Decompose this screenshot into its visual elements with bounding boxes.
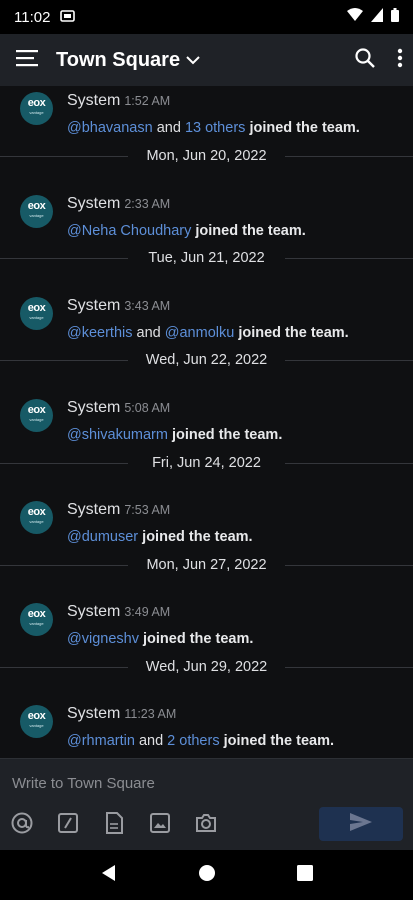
more-vertical-icon[interactable] bbox=[397, 48, 403, 73]
post-message: @Neha Choudhary joined the team. bbox=[67, 223, 306, 239]
channel-header: Town Square bbox=[0, 34, 413, 86]
post-time: 5:08 AM bbox=[124, 401, 171, 415]
slash-icon[interactable] bbox=[56, 811, 80, 835]
post-item: eox vantage System 1:52 AM @bhavanasn and … bbox=[0, 92, 413, 154]
file-icon[interactable] bbox=[102, 811, 126, 835]
avatar[interactable]: eox vantage bbox=[20, 603, 53, 636]
chevron-down-icon[interactable] bbox=[186, 55, 200, 65]
post-author[interactable]: System bbox=[67, 195, 120, 212]
user-mention[interactable]: @bhavanasn bbox=[67, 120, 153, 136]
user-mention[interactable]: @rhmartin bbox=[67, 733, 135, 749]
at-icon[interactable] bbox=[10, 811, 34, 835]
channel-title[interactable]: Town Square bbox=[56, 49, 180, 72]
user-mention[interactable]: @vigneshv bbox=[67, 631, 139, 647]
post-time: 3:49 AM bbox=[124, 605, 171, 619]
post-time: 3:43 AM bbox=[124, 299, 171, 313]
date-separator: Tue, Jun 21, 2022 bbox=[0, 248, 413, 268]
post-time: 1:52 AM bbox=[124, 94, 171, 108]
post-item: eox vantage System 11:23 AM @rhmartin and … bbox=[0, 705, 413, 758]
avatar[interactable]: eox vantage bbox=[20, 297, 53, 330]
date-separator: Wed, Jun 29, 2022 bbox=[0, 657, 413, 677]
cast-icon bbox=[60, 9, 76, 26]
avatar[interactable]: eox vantage bbox=[20, 195, 53, 228]
search-icon[interactable] bbox=[355, 47, 375, 73]
avatar[interactable]: eox vantage bbox=[20, 399, 53, 432]
post-message: @keerthis and @anmolku joined the team. bbox=[67, 325, 349, 341]
post-message: @bhavanasn and 13 others joined the team… bbox=[67, 120, 360, 136]
post-author[interactable]: System bbox=[67, 297, 120, 314]
avatar[interactable]: eox vantage bbox=[20, 705, 53, 738]
post-author[interactable]: System bbox=[67, 92, 120, 109]
post-author[interactable]: System bbox=[67, 501, 120, 518]
system-nav-bar bbox=[0, 850, 413, 900]
date-separator: Wed, Jun 22, 2022 bbox=[0, 350, 413, 370]
post-message: @rhmartin and 2 others joined the team. bbox=[67, 733, 334, 749]
post-item: eox vantage System 3:49 AM @vigneshv joine… bbox=[0, 603, 413, 665]
post-item: eox vantage System 7:53 AM @dumuser joined… bbox=[0, 501, 413, 563]
post-item: eox vantage System 5:08 AM @shivakumarm jo… bbox=[0, 399, 413, 461]
post-time: 7:53 AM bbox=[124, 503, 171, 517]
recents-icon[interactable] bbox=[296, 864, 313, 886]
post-message: @shivakumarm joined the team. bbox=[67, 427, 283, 443]
message-feed[interactable]: eox vantage System 1:52 AM @bhavanasn and … bbox=[0, 86, 413, 758]
home-icon[interactable] bbox=[198, 864, 216, 887]
user-mention[interactable]: @shivakumarm bbox=[67, 427, 168, 443]
user-mention[interactable]: @anmolku bbox=[165, 325, 235, 341]
message-composer: Write to Town Square bbox=[0, 758, 413, 850]
post-message: @dumuser joined the team. bbox=[67, 529, 253, 545]
user-mention[interactable]: @Neha Choudhary bbox=[67, 223, 191, 239]
others-link[interactable]: 2 others bbox=[167, 733, 219, 749]
message-input[interactable]: Write to Town Square bbox=[12, 775, 155, 792]
signal-icon bbox=[371, 8, 383, 26]
status-time: 11:02 bbox=[14, 8, 51, 26]
battery-icon bbox=[391, 8, 399, 26]
post-author[interactable]: System bbox=[67, 399, 120, 416]
image-icon[interactable] bbox=[148, 811, 172, 835]
wifi-icon bbox=[347, 8, 363, 26]
menu-icon[interactable] bbox=[16, 49, 38, 72]
post-time: 11:23 AM bbox=[124, 707, 177, 721]
post-time: 2:33 AM bbox=[124, 197, 171, 211]
send-button[interactable] bbox=[319, 807, 403, 841]
user-mention[interactable]: @dumuser bbox=[67, 529, 138, 545]
others-link[interactable]: 13 others bbox=[185, 120, 245, 136]
post-author[interactable]: System bbox=[67, 603, 120, 620]
camera-icon[interactable] bbox=[194, 811, 218, 835]
avatar[interactable]: eox vantage bbox=[20, 92, 53, 125]
date-separator: Mon, Jun 27, 2022 bbox=[0, 555, 413, 575]
back-icon[interactable] bbox=[100, 864, 118, 887]
send-icon bbox=[349, 812, 373, 837]
date-separator: Fri, Jun 24, 2022 bbox=[0, 453, 413, 473]
post-message: @vigneshv joined the team. bbox=[67, 631, 254, 647]
post-author[interactable]: System bbox=[67, 705, 120, 722]
status-bar: 11:02 bbox=[0, 0, 413, 34]
user-mention[interactable]: @keerthis bbox=[67, 325, 133, 341]
date-separator: Mon, Jun 20, 2022 bbox=[0, 146, 413, 166]
avatar[interactable]: eox vantage bbox=[20, 501, 53, 534]
